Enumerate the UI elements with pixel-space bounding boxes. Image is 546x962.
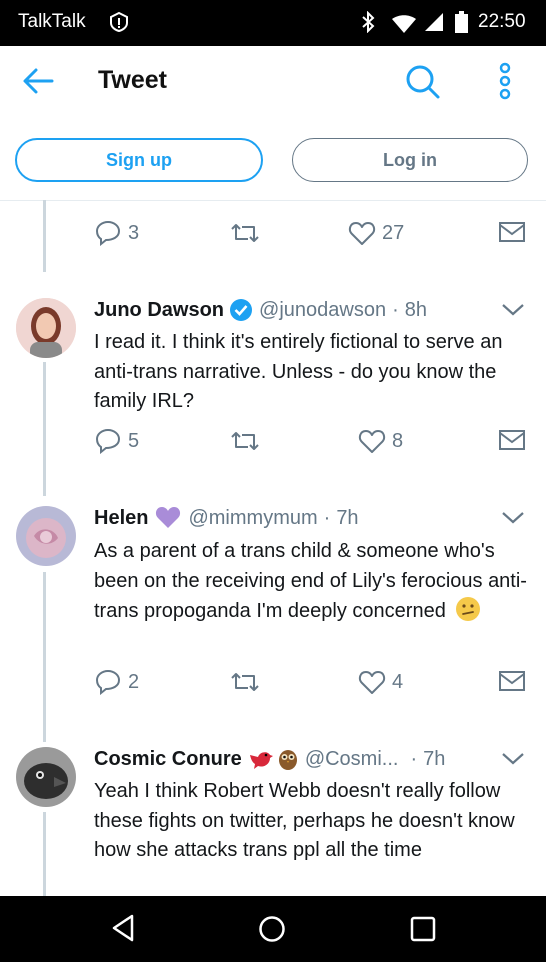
author-handle[interactable]: @junodawson bbox=[259, 299, 386, 322]
wifi-icon bbox=[392, 15, 416, 33]
tweet-time: 7h bbox=[423, 747, 446, 770]
bluetooth-icon bbox=[362, 11, 375, 33]
heart-icon bbox=[358, 430, 386, 453]
author-name[interactable]: Juno Dawson bbox=[94, 299, 224, 322]
direct-message-button[interactable] bbox=[498, 428, 526, 452]
like-button[interactable]: 27 bbox=[348, 220, 404, 246]
direct-message-button[interactable] bbox=[498, 220, 526, 244]
mail-icon bbox=[499, 430, 525, 450]
alert-icon bbox=[110, 11, 128, 33]
reply-count: 2 bbox=[128, 670, 140, 693]
like-button[interactable]: 8 bbox=[358, 428, 403, 454]
carrier-label: TalkTalk bbox=[18, 11, 86, 32]
separator-dot: · bbox=[410, 747, 418, 770]
retweet-icon bbox=[231, 673, 259, 691]
retweet-button[interactable] bbox=[228, 669, 262, 695]
reply-button[interactable]: 5 bbox=[94, 428, 139, 454]
owl-icon bbox=[278, 750, 297, 770]
retweet-button[interactable] bbox=[228, 428, 262, 454]
author-handle[interactable]: @mimmymum bbox=[188, 507, 317, 530]
avatar[interactable] bbox=[16, 747, 76, 807]
reply-icon bbox=[95, 669, 121, 695]
like-count: 4 bbox=[392, 670, 404, 693]
signal-icon bbox=[425, 13, 443, 31]
clock: 22:50 bbox=[478, 11, 526, 32]
tweet-actions: 5 8 bbox=[0, 428, 546, 464]
tweet-actions: 3 27 bbox=[0, 220, 546, 256]
thread-line bbox=[43, 572, 46, 742]
tweet-header: Juno Dawson @junodawson · 8h bbox=[94, 298, 427, 322]
like-count: 8 bbox=[392, 429, 404, 452]
tweet-text: Yeah I think Robert Webb doesn't really … bbox=[94, 780, 515, 861]
reply-icon bbox=[95, 428, 121, 454]
author-name[interactable]: Helen bbox=[94, 507, 148, 530]
direct-message-button[interactable] bbox=[498, 669, 526, 693]
mail-icon bbox=[499, 671, 525, 691]
confused-face-icon bbox=[456, 597, 481, 621]
reply-count: 5 bbox=[128, 429, 140, 452]
chevron-down-icon[interactable] bbox=[500, 302, 526, 318]
status-bar: TalkTalk 22:50 bbox=[0, 0, 546, 46]
like-button[interactable]: 4 bbox=[358, 669, 403, 695]
avatar[interactable] bbox=[16, 506, 76, 566]
like-count: 27 bbox=[382, 221, 405, 244]
avatar-helen-image bbox=[16, 506, 76, 566]
reply-count: 3 bbox=[128, 221, 140, 244]
nav-home-icon[interactable] bbox=[258, 915, 286, 943]
bird-icon bbox=[249, 752, 273, 769]
author-name[interactable]: Cosmic Conure bbox=[94, 748, 242, 771]
sign-up-button[interactable]: Sign up bbox=[15, 138, 263, 182]
nav-back-icon[interactable] bbox=[110, 913, 136, 943]
tweet-text: As a parent of a trans child & someone w… bbox=[94, 537, 534, 627]
back-arrow-icon[interactable] bbox=[22, 67, 54, 95]
retweet-button[interactable] bbox=[228, 220, 262, 246]
avatar[interactable] bbox=[16, 298, 76, 358]
tweet-time: 8h bbox=[404, 298, 427, 321]
chevron-down-icon[interactable] bbox=[500, 510, 526, 526]
reply-icon bbox=[95, 220, 121, 246]
chevron-down-icon[interactable] bbox=[500, 751, 526, 767]
avatar-juno-image bbox=[16, 298, 76, 358]
verified-badge-icon bbox=[230, 299, 253, 321]
author-handle[interactable]: @Cosmi... bbox=[305, 748, 399, 771]
tweet-header: Cosmic Conure @Cosmi... · 7h bbox=[94, 747, 445, 771]
tweet-time: 7h bbox=[336, 506, 359, 529]
heart-icon bbox=[348, 222, 376, 245]
app-bar: Tweet bbox=[0, 46, 546, 120]
reply-button[interactable]: 3 bbox=[94, 220, 139, 246]
tweet-actions: 2 4 bbox=[0, 669, 546, 705]
nav-recents-icon[interactable] bbox=[410, 916, 436, 942]
thread-line bbox=[43, 812, 46, 896]
retweet-icon bbox=[231, 432, 259, 450]
purple-heart-icon bbox=[156, 507, 181, 528]
tweet-text: I read it. I think it's entirely fiction… bbox=[94, 331, 503, 412]
reply-button[interactable]: 2 bbox=[94, 669, 139, 695]
mail-icon bbox=[499, 222, 525, 242]
avatar-cosmic-image bbox=[16, 747, 76, 807]
page-title: Tweet bbox=[98, 66, 167, 94]
auth-bar: Sign up Log in bbox=[0, 120, 546, 201]
log-in-button[interactable]: Log in bbox=[292, 138, 528, 182]
tweet-header: Helen @mimmymum · 7h bbox=[94, 506, 359, 530]
retweet-icon bbox=[231, 224, 259, 242]
search-icon[interactable] bbox=[404, 63, 442, 101]
separator-dot: · bbox=[323, 506, 331, 529]
separator-dot: · bbox=[392, 298, 399, 321]
battery-icon bbox=[455, 11, 468, 33]
system-nav-bar bbox=[0, 896, 546, 962]
more-vertical-icon[interactable] bbox=[496, 62, 514, 100]
heart-icon bbox=[358, 671, 386, 694]
